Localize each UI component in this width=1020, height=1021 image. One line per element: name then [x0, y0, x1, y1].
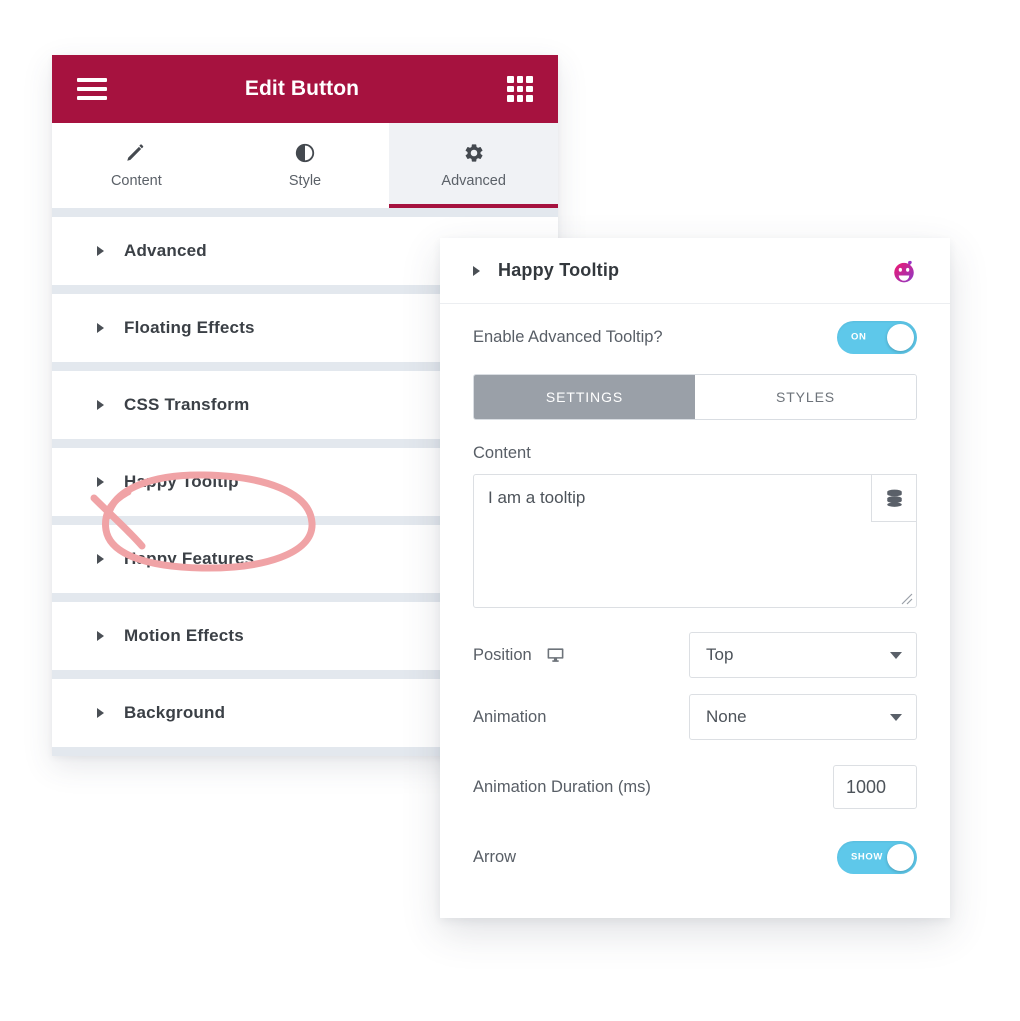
arrow-row: Arrow SHOW [473, 826, 917, 888]
page-title: Edit Button [244, 77, 360, 100]
accordion-label: Floating Effects [124, 318, 255, 337]
tab-styles-label: STYLES [775, 389, 836, 405]
chevron-right-icon [97, 400, 104, 410]
enable-advanced-tooltip-label: Enable Advanced Tooltip? [473, 327, 663, 346]
position-row: Position Top [473, 624, 917, 686]
accordion-label: Happy Features [124, 549, 255, 568]
panel-header: Edit Button [52, 55, 558, 123]
animation-select[interactable]: None [689, 694, 917, 740]
chevron-right-icon [97, 631, 104, 641]
chevron-right-icon [97, 554, 104, 564]
panel-tabs: Content Style Advanced [52, 123, 559, 208]
chevron-right-icon [97, 323, 104, 333]
database-stack-icon [886, 489, 903, 508]
grid-icon[interactable] [507, 76, 533, 102]
animation-row: Animation None [473, 686, 917, 748]
popup-body: Enable Advanced Tooltip? ON SETTINGS STY… [440, 304, 950, 888]
animation-label: Animation [473, 707, 547, 726]
tab-style-label: Style [288, 173, 322, 189]
monitor-icon[interactable] [546, 646, 565, 665]
content-field-label: Content [473, 444, 531, 462]
position-label: Position [473, 645, 532, 664]
arrow-toggle[interactable]: SHOW [837, 840, 917, 874]
popup-title: Happy Tooltip [498, 260, 620, 280]
toggle-state-label: SHOW [851, 851, 883, 863]
chevron-right-icon [473, 265, 480, 276]
chevron-right-icon [97, 246, 104, 256]
dynamic-tags-button[interactable] [871, 474, 917, 522]
animation-duration-label: Animation Duration (ms) [473, 777, 651, 796]
arrow-label: Arrow [473, 847, 517, 866]
content-textarea[interactable] [474, 475, 916, 607]
tab-styles[interactable]: STYLES [695, 375, 916, 419]
content-textarea-wrapper [473, 474, 917, 608]
settings-styles-tab-group: SETTINGS STYLES [473, 374, 917, 420]
enable-advanced-tooltip-row: Enable Advanced Tooltip? ON [473, 304, 917, 370]
tab-advanced[interactable]: Advanced [389, 123, 559, 208]
contrast-circle-icon [294, 142, 316, 164]
animation-value: None [706, 707, 747, 726]
gear-icon [463, 142, 485, 164]
position-select[interactable]: Top [689, 632, 917, 678]
animation-duration-input[interactable] [833, 765, 917, 809]
toggle-knob [887, 843, 914, 871]
position-value: Top [706, 645, 734, 664]
toggle-state-label: ON [851, 331, 867, 343]
accordion-label: CSS Transform [124, 395, 250, 414]
happy-tooltip-popup-panel: Happy Tooltip Enable Advanced Tooltip? O… [440, 238, 950, 918]
happy-addons-smiley-icon [891, 258, 917, 284]
pencil-icon [125, 142, 147, 164]
animation-duration-row: Animation Duration (ms) [473, 756, 917, 818]
accordion-label: Motion Effects [124, 626, 244, 645]
tab-settings[interactable]: SETTINGS [474, 375, 695, 419]
accordion-label: Background [124, 703, 226, 722]
tab-content-label: Content [110, 173, 162, 189]
chevron-down-icon [890, 713, 902, 721]
accordion-label: Advanced [124, 241, 207, 260]
tab-settings-label: SETTINGS [545, 389, 624, 405]
enable-advanced-tooltip-toggle[interactable]: ON [837, 320, 917, 354]
tab-advanced-label: Advanced [441, 173, 506, 189]
chevron-right-icon [97, 708, 104, 718]
tab-content[interactable]: Content [52, 123, 221, 208]
toggle-knob [887, 323, 914, 351]
popup-header[interactable]: Happy Tooltip [440, 238, 950, 304]
tab-style[interactable]: Style [220, 123, 390, 208]
accordion-label: Happy Tooltip [124, 472, 239, 491]
chevron-down-icon [890, 651, 902, 659]
chevron-right-icon [97, 477, 104, 487]
